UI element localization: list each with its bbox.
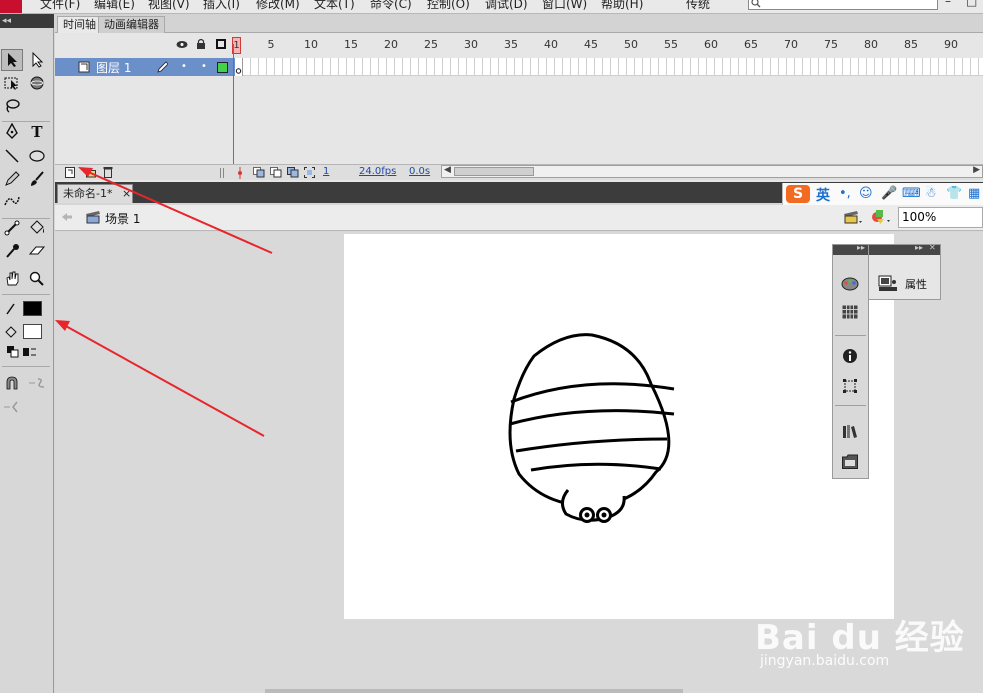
watermark-url: jingyan.baidu.com [760,653,890,669]
watermark-brand: Bai du 经验 [755,618,965,658]
annotation-arrowhead [55,320,70,331]
annotation-arrow-timeline [85,170,273,254]
annotation-arrows [55,167,273,437]
annotation-arrow-colors [63,324,265,437]
annotation-arrowhead [78,167,93,177]
stage-horizontal-scrollbar[interactable] [265,689,683,693]
